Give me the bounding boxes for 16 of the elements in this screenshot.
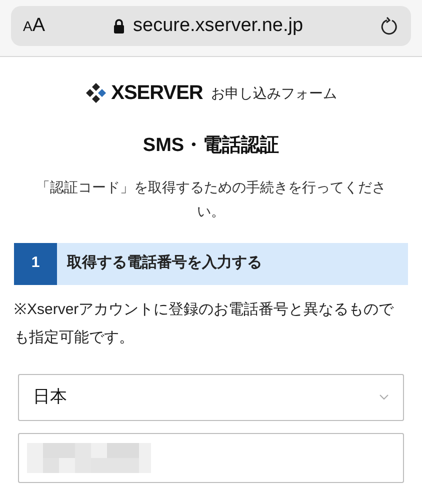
logo-text: XSERVER bbox=[111, 81, 203, 106]
lock-icon bbox=[113, 18, 125, 34]
description-text: 「認証コード」を取得するための手続きを行ってください。 bbox=[35, 178, 387, 220]
chevron-down-icon bbox=[379, 394, 389, 400]
phone-input-field[interactable] bbox=[18, 432, 404, 482]
step-label: 取得する電話番号を入力する bbox=[67, 253, 262, 274]
form-name: お申し込みフォーム bbox=[210, 84, 337, 102]
url-text: secure.xserver.ne.jp bbox=[133, 14, 304, 38]
text-size-button[interactable]: AA bbox=[23, 12, 46, 40]
page-title: SMS・電話認証 bbox=[142, 134, 280, 158]
address-bar[interactable]: AA secure.xserver.ne.jp bbox=[11, 6, 411, 46]
note-text: ※Xserverアカウントに登録のお電話番号と異なるものでも指定可能です。 bbox=[14, 300, 395, 348]
reload-icon[interactable] bbox=[381, 16, 399, 36]
logo-icon bbox=[85, 82, 108, 104]
country-select[interactable]: 日本 bbox=[18, 374, 404, 420]
step-number: 1 bbox=[14, 242, 57, 284]
